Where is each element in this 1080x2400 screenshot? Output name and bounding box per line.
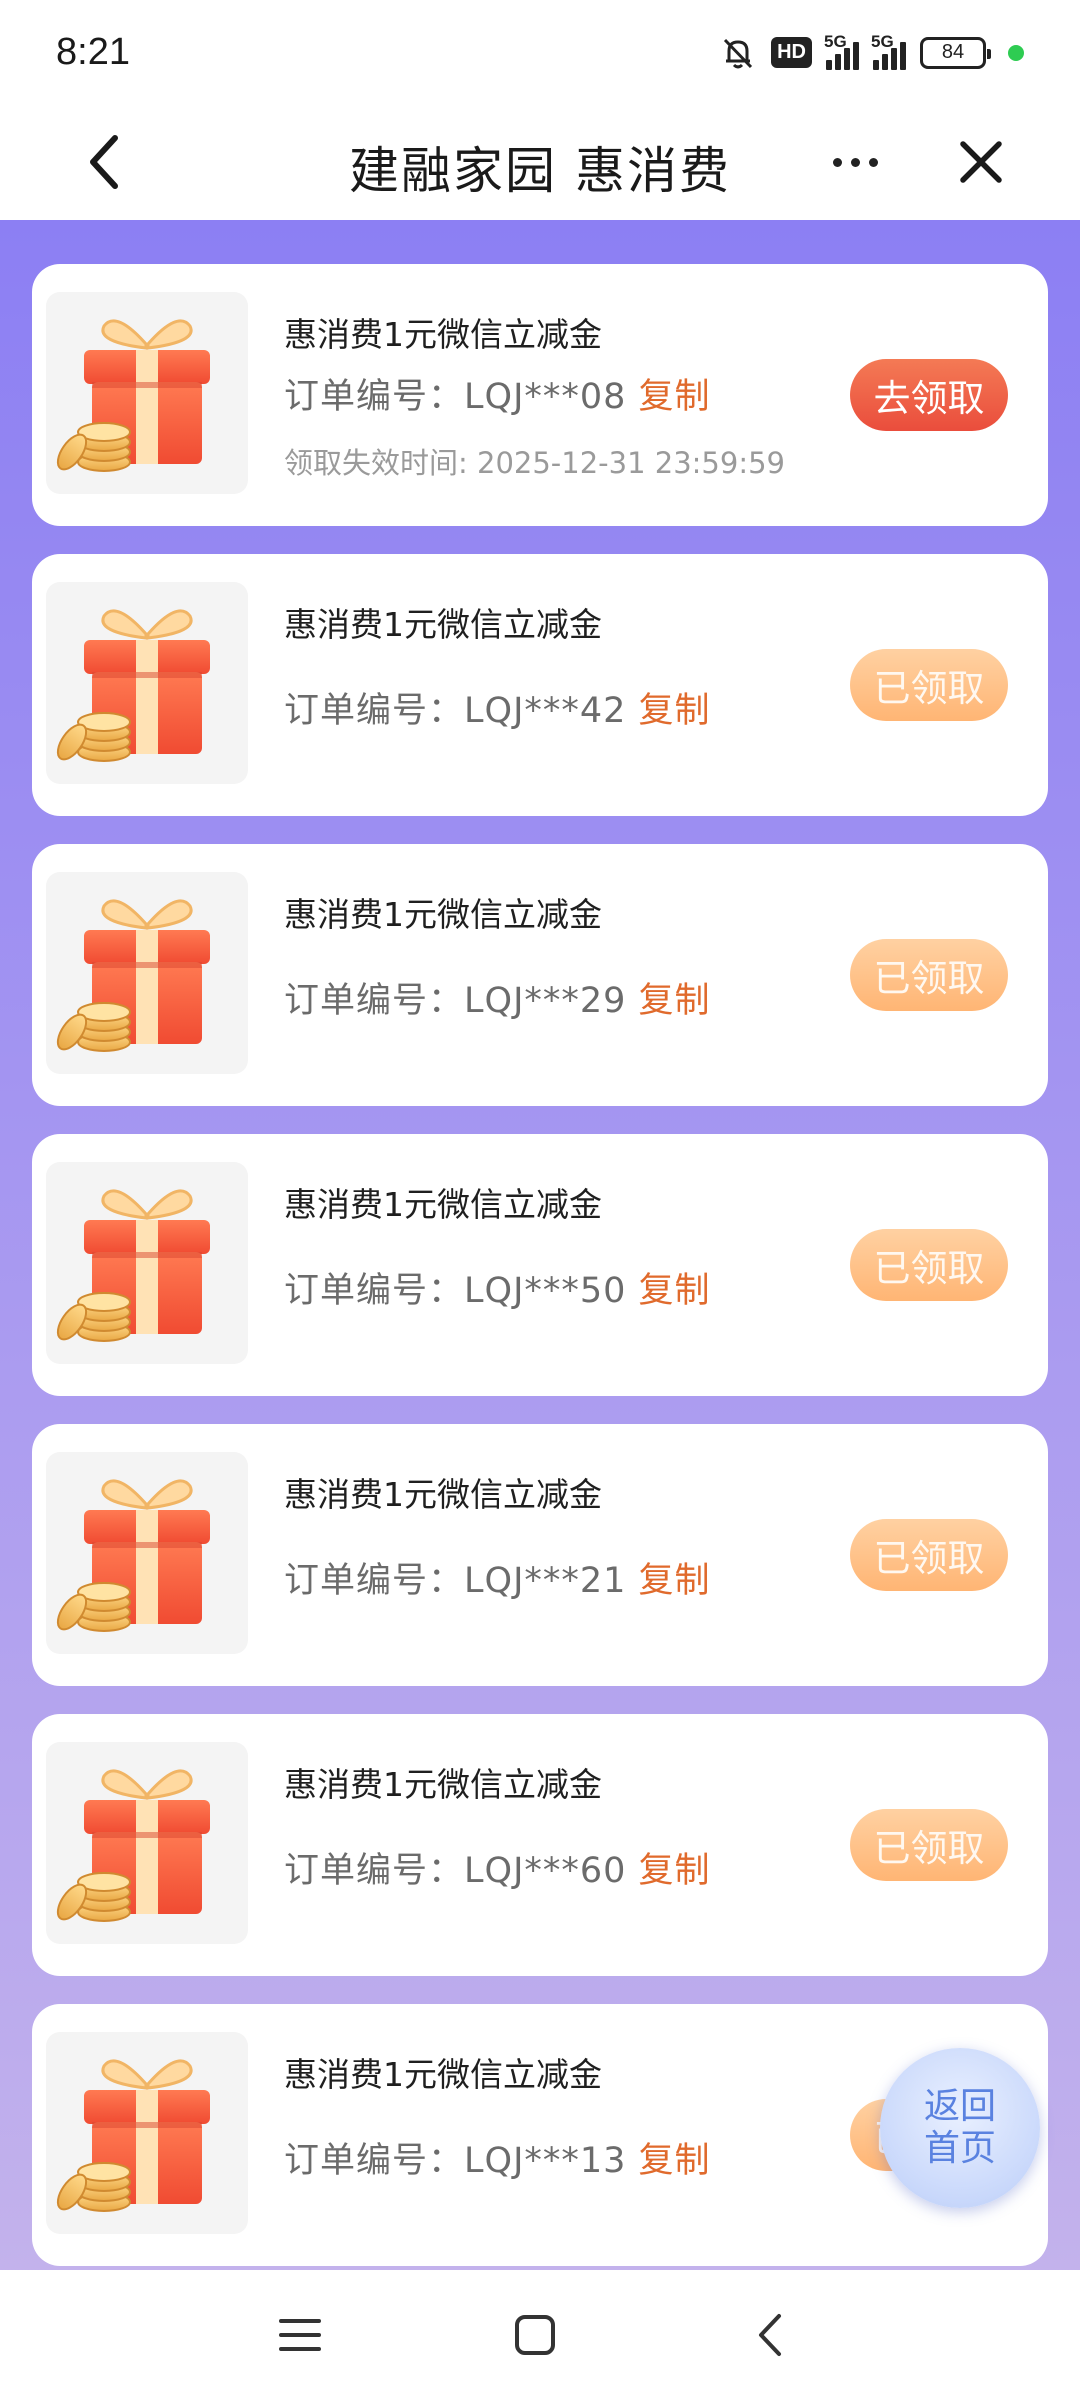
order-number-row: 订单编号：LQJ***21 复制 [284, 1552, 710, 1603]
copy-order-link[interactable]: 复制 [638, 1271, 710, 1311]
order-number-label: 订单编号： [284, 1851, 465, 1891]
voucher-thumbnail [46, 292, 248, 494]
order-number-label: 订单编号： [284, 2141, 465, 2181]
order-number-row: 订单编号：LQJ***08 复制 [284, 368, 710, 419]
back-arrow-icon [759, 2314, 781, 2356]
claimed-button[interactable]: 已领取 [850, 1519, 1008, 1591]
order-number-row: 订单编号：LQJ***13 复制 [284, 2132, 710, 2183]
voucher-card: 惠消费1元微信立减金 订单编号：LQJ***21 复制 已领取 [32, 1424, 1048, 1686]
claimed-button[interactable]: 已领取 [850, 1809, 1008, 1881]
close-button[interactable] [946, 127, 1016, 197]
copy-order-link[interactable]: 复制 [638, 1851, 710, 1891]
privacy-dot-icon [1008, 44, 1024, 61]
voucher-card: 惠消费1元微信立减金 订单编号：LQJ***42 复制 已领取 [32, 554, 1048, 816]
home-square-icon [515, 2315, 555, 2355]
copy-order-link[interactable]: 复制 [638, 377, 710, 417]
more-dots-icon [832, 157, 842, 167]
voucher-thumbnail [46, 2032, 248, 2234]
page-title: 建融家园 惠消费 [349, 142, 731, 200]
copy-order-link[interactable]: 复制 [638, 2141, 710, 2181]
gift-box-icon [56, 899, 210, 1052]
order-number-value: LQJ***60 [464, 1851, 627, 1891]
order-number-row: 订单编号：LQJ***42 复制 [284, 682, 710, 733]
return-home-button[interactable]: 返回 首页 [880, 2048, 1040, 2208]
voucher-card: 惠消费1元微信立减金 订单编号：LQJ***29 复制 已领取 [32, 844, 1048, 1106]
gift-box-icon [56, 1769, 210, 1922]
status-icons: HD 5G 5G 84 [719, 32, 1024, 72]
order-number-value: LQJ***42 [464, 691, 627, 731]
order-number-row: 订单编号：LQJ***29 复制 [284, 972, 710, 1023]
copy-order-link[interactable]: 复制 [638, 981, 710, 1021]
more-button[interactable] [820, 127, 890, 197]
sim1-label: 5G [824, 31, 847, 51]
voucher-title: 惠消费1元微信立减金 [284, 1185, 602, 1224]
return-home-line1: 返回 [923, 2086, 996, 2127]
battery-icon: 84 [920, 36, 991, 69]
copy-order-link[interactable]: 复制 [638, 1561, 710, 1601]
voucher-thumbnail [46, 1162, 248, 1364]
voucher-list: 惠消费1元微信立减金 订单编号：LQJ***08 复制 领取失效时间: 2025-12… [0, 220, 1080, 2270]
order-number-row: 订单编号：LQJ***50 复制 [284, 1262, 710, 1313]
order-number-label: 订单编号： [284, 1271, 465, 1311]
voucher-thumbnail [46, 582, 248, 784]
system-nav-bar [0, 2270, 1080, 2400]
voucher-title: 惠消费1元微信立减金 [284, 2055, 602, 2094]
order-number-value: LQJ***13 [464, 2141, 627, 2181]
claimed-button[interactable]: 已领取 [850, 1229, 1008, 1301]
order-number-label: 订单编号： [284, 981, 465, 1021]
return-home-line2: 首页 [923, 2128, 996, 2169]
gift-box-icon [56, 1189, 210, 1342]
order-number-label: 订单编号： [284, 691, 465, 731]
order-number-value: LQJ***08 [464, 377, 627, 417]
signal-sim2-icon: 5G [871, 32, 906, 70]
gift-box-icon [56, 1479, 210, 1632]
gift-box-icon [56, 2059, 210, 2212]
voucher-thumbnail [46, 1742, 248, 1944]
order-number-value: LQJ***29 [464, 981, 627, 1021]
signal-sim1-icon: 5G [824, 32, 859, 70]
voucher-card: 惠消费1元微信立减金 订单编号：LQJ***50 复制 已领取 [32, 1134, 1048, 1396]
home-button[interactable] [505, 2305, 565, 2365]
order-number-value: LQJ***50 [464, 1271, 627, 1311]
claimed-button[interactable]: 已领取 [850, 939, 1008, 1011]
claimed-button[interactable]: 已领取 [850, 649, 1008, 721]
order-number-row: 订单编号：LQJ***60 复制 [284, 1842, 710, 1893]
system-back-button[interactable] [740, 2305, 800, 2365]
mute-bell-icon [724, 38, 753, 68]
voucher-card: 惠消费1元微信立减金 订单编号：LQJ***08 复制领取失效时间: 2025-12… [32, 264, 1048, 526]
menu-icon [279, 2319, 321, 2351]
claim-button[interactable]: 去领取 [850, 359, 1008, 431]
hd-badge: HD [771, 37, 812, 68]
gift-box-icon [56, 319, 210, 472]
nav-bar: 建融家园 惠消费 [0, 105, 1080, 220]
sim2-label: 5G [871, 31, 894, 51]
expire-time: 领取失效时间: 2025-12-31 23:59:59 [284, 446, 785, 480]
voucher-thumbnail [46, 1452, 248, 1654]
order-number-value: LQJ***21 [464, 1561, 627, 1601]
battery-level: 84 [941, 41, 965, 63]
voucher-thumbnail [46, 872, 248, 1074]
voucher-title: 惠消费1元微信立减金 [284, 1765, 602, 1804]
voucher-title: 惠消费1元微信立减金 [284, 605, 602, 644]
status-bar: 8:21 HD 5G 5G 84 [0, 0, 1080, 105]
voucher-card: 惠消费1元微信立减金 订单编号：LQJ***60 复制 已领取 [32, 1714, 1048, 1976]
voucher-title: 惠消费1元微信立减金 [284, 895, 602, 934]
copy-order-link[interactable]: 复制 [638, 691, 710, 731]
order-number-label: 订单编号： [284, 1561, 465, 1601]
menu-button[interactable] [270, 2305, 330, 2365]
close-icon [960, 141, 1002, 183]
status-time: 8:21 [56, 31, 130, 73]
order-number-label: 订单编号： [284, 377, 465, 417]
gift-box-icon [56, 609, 210, 762]
voucher-title: 惠消费1元微信立减金 [284, 315, 602, 354]
voucher-title: 惠消费1元微信立减金 [284, 1475, 602, 1514]
